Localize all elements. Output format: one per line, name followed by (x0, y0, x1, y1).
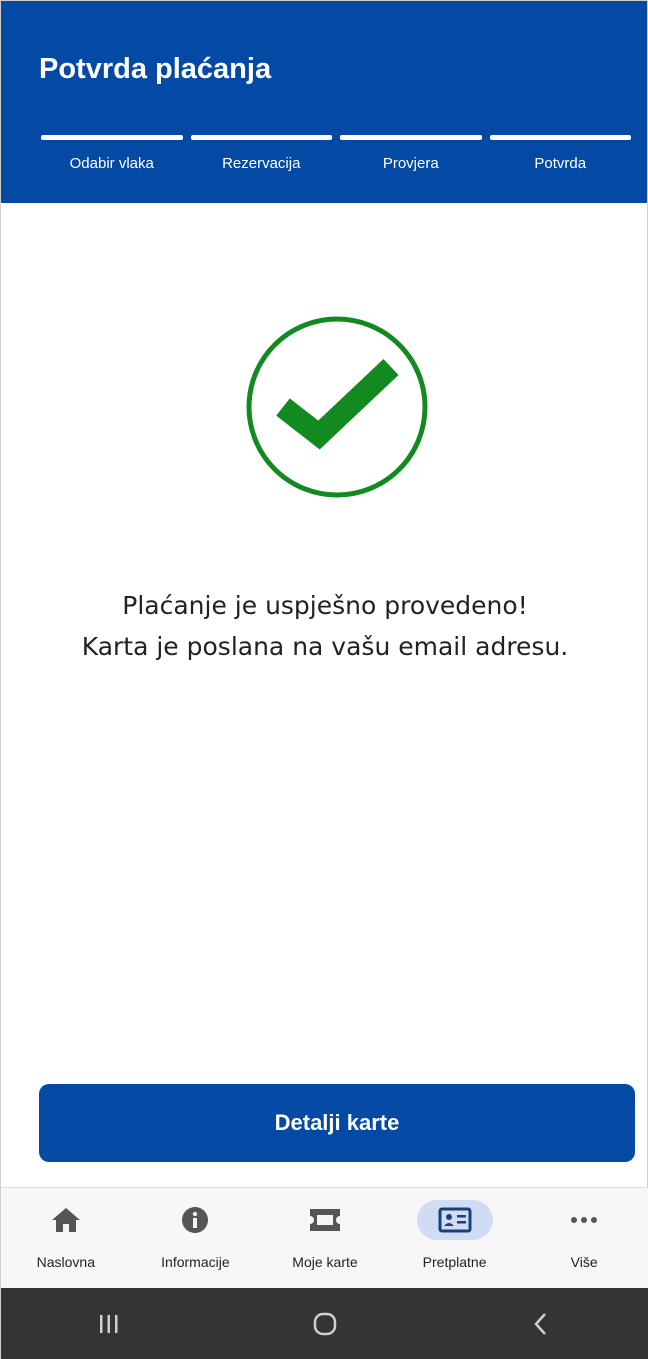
step-bar (41, 135, 183, 140)
step-label: Rezervacija (222, 155, 301, 172)
success-check-icon (241, 311, 433, 503)
nav-label: Moje karte (292, 1254, 358, 1270)
info-icon (157, 1200, 233, 1240)
system-navigation-bar (1, 1288, 648, 1359)
nav-label: Pretplatne (422, 1254, 487, 1270)
ticket-details-button[interactable]: Detalji karte (39, 1084, 635, 1162)
recent-apps-icon[interactable] (79, 1304, 139, 1344)
nav-item-vise[interactable]: Više (524, 1188, 644, 1288)
step-bar (190, 135, 332, 140)
page-title: Potvrda plaćanja (39, 53, 272, 85)
back-icon[interactable] (511, 1304, 571, 1344)
success-message: Plaćanje je uspješno provedeno! Karta je… (1, 585, 648, 667)
nav-label: Informacije (161, 1254, 230, 1270)
step-bar (340, 135, 482, 140)
bottom-navigation: Naslovna Informacije Moje karte Pretplat… (1, 1188, 648, 1288)
more-dots-icon (546, 1200, 622, 1240)
step-label: Provjera (382, 155, 439, 172)
nav-item-moje-karte[interactable]: Moje karte (265, 1188, 385, 1288)
nav-label: Naslovna (36, 1254, 95, 1270)
step-provjera: Provjera (340, 135, 482, 185)
nav-item-informacije[interactable]: Informacije (135, 1188, 255, 1288)
step-potvrda: Potvrda (489, 135, 631, 185)
ticket-icon (287, 1200, 363, 1240)
app-header: Potvrda plaćanja Odabir vlaka Rezervacij… (1, 1, 647, 203)
step-rezervacija: Rezervacija (190, 135, 332, 185)
success-line-2: Karta je poslana na vašu email adresu. (81, 632, 569, 661)
nav-item-naslovna[interactable]: Naslovna (6, 1188, 126, 1288)
step-bar (489, 135, 631, 140)
home-icon (28, 1200, 104, 1240)
step-label: Potvrda (534, 155, 587, 172)
nav-label: Više (570, 1254, 598, 1270)
step-label: Odabir vlaka (69, 155, 154, 172)
step-odabir-vlaka: Odabir vlaka (41, 135, 183, 185)
home-circle-icon[interactable] (295, 1304, 355, 1344)
id-card-icon (416, 1200, 493, 1240)
progress-steps: Odabir vlaka Rezervacija Provjera Potvrd… (41, 135, 631, 185)
success-line-1: Plaćanje je uspješno provedeno! (122, 591, 528, 620)
nav-item-pretplatne[interactable]: Pretplatne (395, 1188, 515, 1288)
